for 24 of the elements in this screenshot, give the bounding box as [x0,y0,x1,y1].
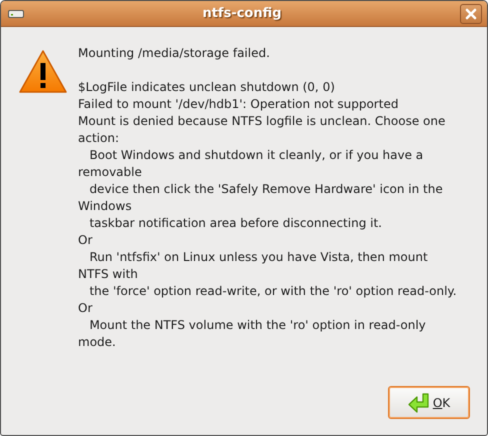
message-line: $LogFile indicates unclean shutdown (0, 0) [78,79,336,96]
enter-arrow-icon [408,392,430,412]
message-line: Or [78,300,94,317]
message-line: Mount is denied because NTFS logfile is unclean. Choose one [78,113,446,130]
message-line: removable [78,164,143,181]
message-line: Boot Windows and shutdown it cleanly, or if you have a [88,147,424,164]
message-heading: Mounting /media/storage failed. [78,45,271,62]
ok-button[interactable]: OK [388,386,470,419]
message-line: Or [78,232,94,249]
message-line: Mount the NTFS volume with the 'ro' option in read-only [88,317,427,334]
message-line: Failed to mount '/dev/hdb1': Operation not supported [78,96,400,113]
message-line: the 'force' option read-write, or with the 'ro' option read-only. [88,283,457,300]
message-line: NTFS with [78,266,139,283]
message-line: Run 'ntfsfix' on Linux unless you have Vista, then mount [88,249,429,266]
close-icon [465,8,477,20]
drive-icon [8,8,24,18]
message-line: mode. [78,334,117,351]
message-line: device then click the 'Safely Remove Hardware' icon in the [88,181,444,198]
window-title: ntfs-config [201,6,283,21]
message-line: taskbar notification area before disconnecting it. [88,215,383,232]
close-button[interactable] [460,4,482,24]
warning-icon [18,49,68,95]
message-line: Windows [78,198,133,215]
message-line: action: [78,130,120,147]
